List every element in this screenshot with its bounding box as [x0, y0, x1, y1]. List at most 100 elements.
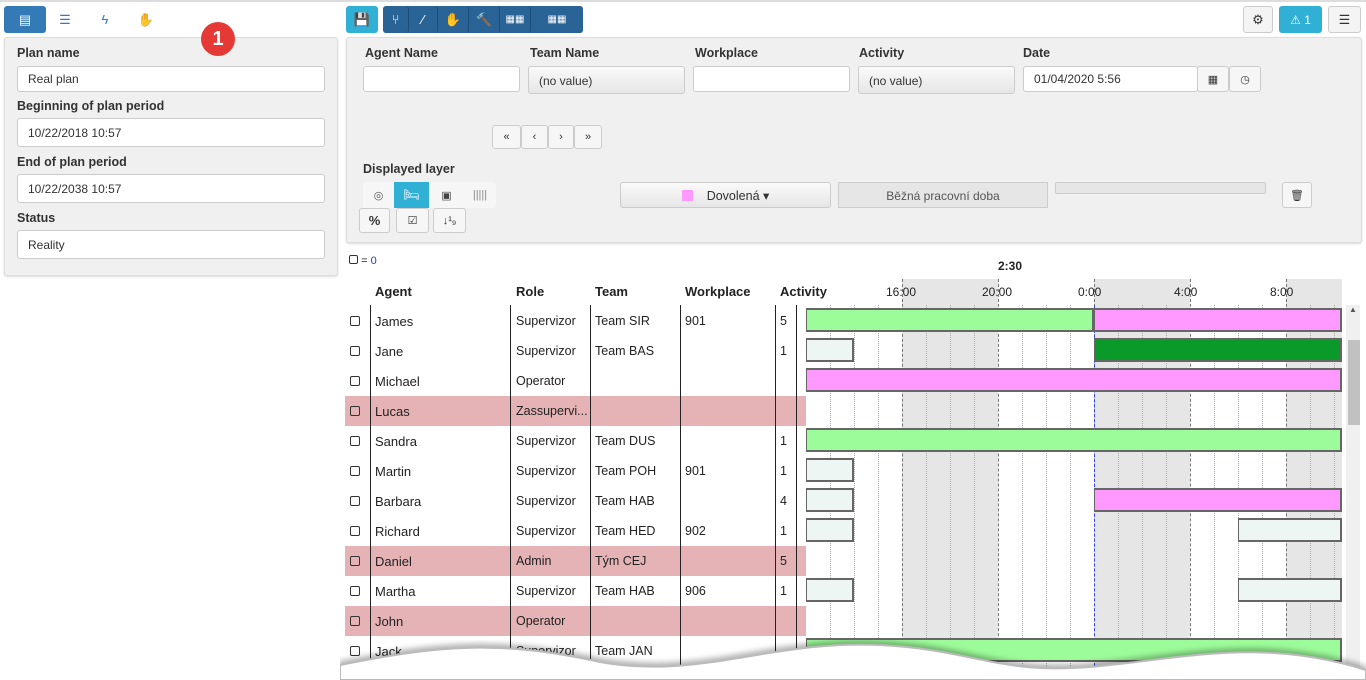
- table-row[interactable]: Jane Supervizor Team BAS 1: [345, 336, 806, 366]
- check-button[interactable]: ☑: [396, 208, 429, 233]
- row-checkbox[interactable]: [350, 616, 360, 626]
- agent-name[interactable]: Lucas: [375, 404, 410, 419]
- team: Team BAS: [595, 344, 655, 358]
- agent-name-input[interactable]: [363, 66, 520, 92]
- header-activity[interactable]: Activity: [780, 284, 827, 299]
- settings-button[interactable]: ⚙: [1243, 6, 1273, 33]
- begin-label: Beginning of plan period: [17, 99, 165, 113]
- table-row[interactable]: Barbara Supervizor Team HAB 4: [345, 486, 806, 516]
- row-checkbox[interactable]: [350, 406, 360, 416]
- layer-target-button[interactable]: ◎: [363, 182, 394, 208]
- schedule-bar-dark[interactable]: [1094, 338, 1342, 362]
- magic-wand-button[interactable]: ⁄: [409, 6, 438, 33]
- schedule-bar-leave[interactable]: [1094, 488, 1342, 512]
- row-checkbox[interactable]: [350, 466, 360, 476]
- agent-name[interactable]: John: [375, 614, 403, 629]
- bed-icon: 🛏: [403, 187, 420, 202]
- delete-button[interactable]: 🗑: [1282, 182, 1312, 208]
- schedule-bar-leave[interactable]: [806, 368, 1342, 392]
- team-name-select[interactable]: (no value): [528, 66, 685, 94]
- first-page-button[interactable]: «: [492, 125, 521, 149]
- row-checkbox[interactable]: [350, 346, 360, 356]
- date-input[interactable]: 01/04/2020 5:56: [1023, 66, 1198, 92]
- percent-button[interactable]: %: [359, 208, 390, 233]
- save-button[interactable]: 💾: [346, 6, 378, 33]
- row-checkbox[interactable]: [350, 436, 360, 446]
- hand-tool-button[interactable]: ✋: [438, 6, 469, 33]
- layer-barcode-button[interactable]: |||||: [464, 182, 496, 208]
- clock-button[interactable]: ◷: [1229, 66, 1261, 92]
- row-checkbox[interactable]: [350, 316, 360, 326]
- list-view-button[interactable]: ☰: [50, 6, 80, 33]
- table-row[interactable]: Martin Supervizor Team POH 901 1: [345, 456, 806, 486]
- warnings-button[interactable]: ⚠ 1: [1279, 6, 1322, 33]
- table-row[interactable]: John Operator: [345, 606, 806, 636]
- agent-name[interactable]: Sandra: [375, 434, 417, 449]
- layer-bed-button[interactable]: 🛏: [394, 182, 429, 208]
- schedule-bar-work[interactable]: [806, 428, 1342, 452]
- sort-numeric-button[interactable]: ↓¹₉: [433, 208, 466, 233]
- table-row[interactable]: Martha Supervizor Team HAB 906 1: [345, 576, 806, 606]
- header-workplace[interactable]: Workplace: [685, 284, 751, 299]
- table-row[interactable]: Michael Operator: [345, 366, 806, 396]
- agent-name[interactable]: Martin: [375, 464, 411, 479]
- scrollbar-thumb[interactable]: [1348, 340, 1360, 425]
- header-agent[interactable]: Agent: [375, 284, 412, 299]
- gavel-button[interactable]: 🔨: [469, 6, 500, 33]
- schedule-bar-empty[interactable]: [1238, 578, 1342, 602]
- schedule-bar-empty[interactable]: [806, 518, 854, 542]
- row-checkbox[interactable]: [350, 496, 360, 506]
- schedule-bar-empty[interactable]: [806, 578, 854, 602]
- grid-alt-icon: ▦▦: [547, 14, 567, 25]
- plan-name-input[interactable]: Real plan: [17, 66, 325, 92]
- row-checkbox[interactable]: [350, 556, 360, 566]
- row-checkbox[interactable]: [350, 376, 360, 386]
- agent-name[interactable]: Barbara: [375, 494, 421, 509]
- schedule-bar-empty[interactable]: [806, 488, 854, 512]
- row-checkbox[interactable]: [350, 526, 360, 536]
- warning-icon: ⚠: [1290, 12, 1301, 27]
- grid-button[interactable]: ▦▦: [500, 6, 531, 33]
- table-row[interactable]: Lucas Zassupervi...: [345, 396, 806, 426]
- header-role[interactable]: Role: [516, 284, 544, 299]
- agent-name[interactable]: James: [375, 314, 413, 329]
- schedule-bar-empty[interactable]: [1238, 518, 1342, 542]
- next-page-button[interactable]: ›: [548, 125, 574, 149]
- workplace: 902: [685, 524, 706, 538]
- workplace-input[interactable]: [693, 66, 850, 92]
- schedule-bar-work[interactable]: [806, 308, 1094, 332]
- activity-type-dropdown[interactable]: Dovolená ▾: [620, 182, 831, 208]
- card-view-button[interactable]: ▤: [4, 6, 46, 33]
- header-team[interactable]: Team: [595, 284, 628, 299]
- bolt-button[interactable]: ϟ: [90, 6, 120, 33]
- schedule-bar-leave[interactable]: [1094, 308, 1342, 332]
- table-row[interactable]: Daniel Admin Tým CEJ 5: [345, 546, 806, 576]
- schedule-bar-empty[interactable]: [806, 338, 854, 362]
- agent-name[interactable]: Martha: [375, 584, 415, 599]
- status-input[interactable]: Reality: [17, 230, 325, 259]
- layer-money-button[interactable]: ▣: [429, 182, 464, 208]
- hand-button[interactable]: ✋: [130, 6, 162, 33]
- calendar-button[interactable]: ▦: [1197, 66, 1229, 92]
- last-page-button[interactable]: »: [574, 125, 602, 149]
- schedule-bar-empty[interactable]: [806, 458, 854, 482]
- agent-name[interactable]: Daniel: [375, 554, 412, 569]
- activity-select[interactable]: (no value): [858, 66, 1015, 94]
- row-checkbox[interactable]: [350, 586, 360, 596]
- table-row[interactable]: Richard Supervizor Team HED 902 1: [345, 516, 806, 546]
- menu-button[interactable]: ☰: [1328, 6, 1361, 33]
- work-time-button[interactable]: Běžná pracovní doba: [838, 182, 1048, 208]
- agent-name[interactable]: Michael: [375, 374, 420, 389]
- agent-name[interactable]: Jane: [375, 344, 403, 359]
- target-icon: ◎: [373, 189, 384, 202]
- agent-name[interactable]: Richard: [375, 524, 420, 539]
- scroll-up-arrow[interactable]: ▲: [1349, 305, 1357, 314]
- end-input[interactable]: 10/22/2038 10:57: [17, 174, 325, 203]
- fork-button[interactable]: ⑂: [383, 6, 409, 33]
- grid-alt-button[interactable]: ▦▦: [531, 6, 583, 33]
- table-row[interactable]: James Supervizor Team SIR 901 5: [345, 306, 806, 336]
- prev-page-button[interactable]: ‹: [521, 125, 548, 149]
- table-row[interactable]: Sandra Supervizor Team DUS 1: [345, 426, 806, 456]
- begin-input[interactable]: 10/22/2018 10:57: [17, 118, 325, 147]
- role: Supervizor: [516, 494, 576, 508]
